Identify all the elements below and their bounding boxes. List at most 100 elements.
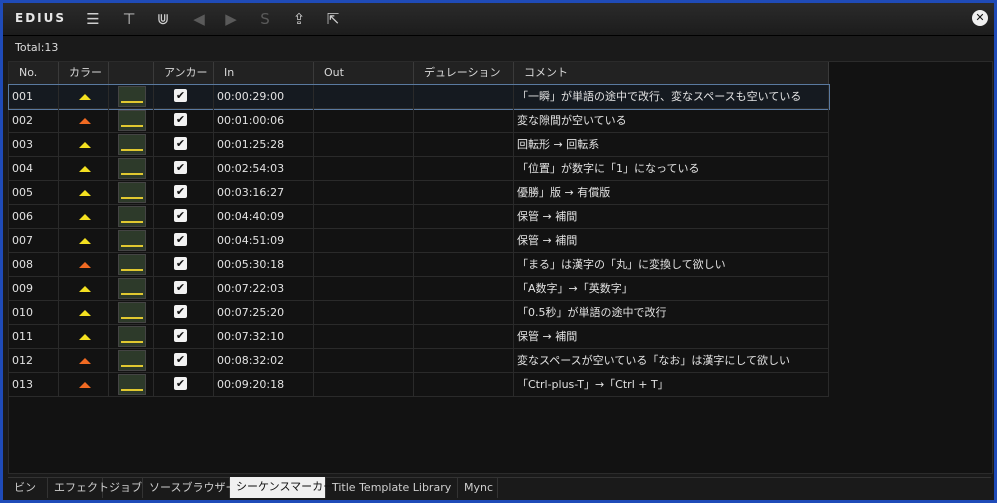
pin-icon[interactable]: ⊤: [119, 10, 139, 28]
table-row[interactable]: 002 ✔ 00:01:00:06 変な隙間が空いている: [9, 109, 829, 133]
cell-anchor[interactable]: ✔: [154, 325, 214, 348]
cell-comment[interactable]: 保管 → 補間: [514, 205, 829, 228]
cell-comment[interactable]: 変な隙間が空いている: [514, 109, 829, 132]
anchor-checkbox[interactable]: ✔: [174, 377, 187, 390]
table-row[interactable]: 001 ✔ 00:00:29:00 「一瞬」が単語の途中で改行、変なスペースも空いてい…: [8, 84, 830, 110]
tab-2[interactable]: ジョブ: [103, 478, 143, 498]
cell-color[interactable]: [59, 349, 109, 372]
anchor-checkbox[interactable]: ✔: [174, 281, 187, 294]
anchor-checkbox[interactable]: ✔: [174, 161, 187, 174]
cell-color[interactable]: [59, 277, 109, 300]
next-marker-icon[interactable]: ▶: [221, 10, 241, 28]
anchor-checkbox[interactable]: ✔: [174, 257, 187, 270]
cell-comment[interactable]: 回転形 → 回転系: [514, 133, 829, 156]
cell-color[interactable]: [59, 373, 109, 396]
anchor-checkbox[interactable]: ✔: [174, 305, 187, 318]
cell-anchor[interactable]: ✔: [154, 109, 214, 132]
cell-comment[interactable]: 優勝」版 → 有償版: [514, 181, 829, 204]
thumbnail-image: [118, 254, 146, 275]
color-triangle-icon: [79, 142, 91, 148]
cell-comment[interactable]: 保管 → 補間: [514, 229, 829, 252]
marker-list-icon[interactable]: ☰: [83, 10, 103, 28]
cell-comment[interactable]: 「位置」が数字に「1」になっている: [514, 157, 829, 180]
export-icon[interactable]: ⇱: [323, 10, 343, 28]
tab-6[interactable]: Mync: [458, 478, 498, 498]
anchor-checkbox[interactable]: ✔: [174, 209, 187, 222]
cell-comment[interactable]: 「Ctrl-plus-T」→「Ctrl + T」: [514, 373, 829, 396]
cell-color[interactable]: [59, 157, 109, 180]
thumbnail-image: [118, 302, 146, 323]
header-anchor[interactable]: アンカー: [154, 62, 214, 84]
table-row[interactable]: 003 ✔ 00:01:25:28 回転形 → 回転系: [9, 133, 829, 157]
cell-color[interactable]: [59, 325, 109, 348]
previous-marker-icon[interactable]: ◀: [189, 10, 209, 28]
clear-marker-icon[interactable]: S: [255, 10, 275, 28]
cell-anchor[interactable]: ✔: [154, 301, 214, 324]
table-row[interactable]: 012 ✔ 00:08:32:02 変なスペースが空いている「なお」は漢字にして欲しい: [9, 349, 829, 373]
cell-comment[interactable]: 「まる」は漢字の「丸」に変換して欲しい: [514, 253, 829, 276]
cell-anchor[interactable]: ✔: [154, 133, 214, 156]
anchor-checkbox[interactable]: ✔: [174, 137, 187, 150]
cell-no: 001: [9, 85, 59, 108]
cell-anchor[interactable]: ✔: [154, 205, 214, 228]
anchor-checkbox[interactable]: ✔: [174, 185, 187, 198]
header-comment[interactable]: コメント: [514, 62, 829, 84]
tab-0[interactable]: ビン: [8, 478, 48, 498]
anchor-checkbox[interactable]: ✔: [174, 233, 187, 246]
anchor-checkbox[interactable]: ✔: [174, 89, 187, 102]
tab-3[interactable]: ソースブラウザー: [143, 478, 236, 498]
cell-color[interactable]: [59, 85, 109, 108]
tab-5[interactable]: Title Template Library: [326, 478, 458, 498]
cell-color[interactable]: [59, 205, 109, 228]
cell-comment[interactable]: 「一瞬」が単語の途中で改行、変なスペースも空いている: [514, 85, 829, 108]
table-row[interactable]: 007 ✔ 00:04:51:09 保管 → 補間: [9, 229, 829, 253]
cell-color[interactable]: [59, 253, 109, 276]
tab-4[interactable]: シーケンスマーカー: [230, 477, 334, 498]
cell-thumbnail: [109, 277, 154, 300]
cell-thumbnail: [109, 85, 154, 108]
cell-anchor[interactable]: ✔: [154, 277, 214, 300]
table-row[interactable]: 011 ✔ 00:07:32:10 保管 → 補間: [9, 325, 829, 349]
header-no[interactable]: No.: [9, 62, 59, 84]
table-row[interactable]: 005 ✔ 00:03:16:27 優勝」版 → 有償版: [9, 181, 829, 205]
header-thumbnail[interactable]: [109, 62, 154, 84]
cell-anchor[interactable]: ✔: [154, 373, 214, 396]
table-row[interactable]: 006 ✔ 00:04:40:09 保管 → 補間: [9, 205, 829, 229]
import-icon[interactable]: ⇪: [289, 10, 309, 28]
cell-anchor[interactable]: ✔: [154, 85, 214, 108]
cell-anchor[interactable]: ✔: [154, 229, 214, 252]
cell-anchor[interactable]: ✔: [154, 181, 214, 204]
cell-comment[interactable]: 「0.5秒」が単語の途中で改行: [514, 301, 829, 324]
close-icon[interactable]: ✕: [972, 10, 988, 26]
anchor-checkbox[interactable]: ✔: [174, 353, 187, 366]
header-duration[interactable]: デュレーション: [414, 62, 514, 84]
anchor-checkbox[interactable]: ✔: [174, 329, 187, 342]
table-row[interactable]: 008 ✔ 00:05:30:18 「まる」は漢字の「丸」に変換して欲しい: [9, 253, 829, 277]
cell-color[interactable]: [59, 109, 109, 132]
cell-color[interactable]: [59, 229, 109, 252]
cell-in: 00:04:40:09: [214, 205, 314, 228]
cell-anchor[interactable]: ✔: [154, 253, 214, 276]
table-row[interactable]: 013 ✔ 00:09:20:18 「Ctrl-plus-T」→「Ctrl + T」: [9, 373, 829, 397]
header-in[interactable]: In: [214, 62, 314, 84]
cell-comment[interactable]: 「A数字」→「英数字」: [514, 277, 829, 300]
cell-color[interactable]: [59, 181, 109, 204]
cell-comment[interactable]: 変なスペースが空いている「なお」は漢字にして欲しい: [514, 349, 829, 372]
cell-comment[interactable]: 保管 → 補間: [514, 325, 829, 348]
table-row[interactable]: 004 ✔ 00:02:54:03 「位置」が数字に「1」になっている: [9, 157, 829, 181]
color-triangle-icon: [79, 334, 91, 340]
header-color[interactable]: カラー: [59, 62, 109, 84]
tab-1[interactable]: エフェクト: [48, 478, 109, 498]
table-row[interactable]: 009 ✔ 00:07:22:03 「A数字」→「英数字」: [9, 277, 829, 301]
marker-split-icon[interactable]: ⋓: [153, 10, 173, 28]
header-out[interactable]: Out: [314, 62, 414, 84]
table-row[interactable]: 010 ✔ 00:07:25:20 「0.5秒」が単語の途中で改行: [9, 301, 829, 325]
thumbnail-caption-bar: [121, 341, 143, 343]
cell-no: 006: [9, 205, 59, 228]
anchor-checkbox[interactable]: ✔: [174, 113, 187, 126]
cell-color[interactable]: [59, 133, 109, 156]
cell-duration: [414, 133, 514, 156]
cell-color[interactable]: [59, 301, 109, 324]
cell-anchor[interactable]: ✔: [154, 349, 214, 372]
cell-anchor[interactable]: ✔: [154, 157, 214, 180]
